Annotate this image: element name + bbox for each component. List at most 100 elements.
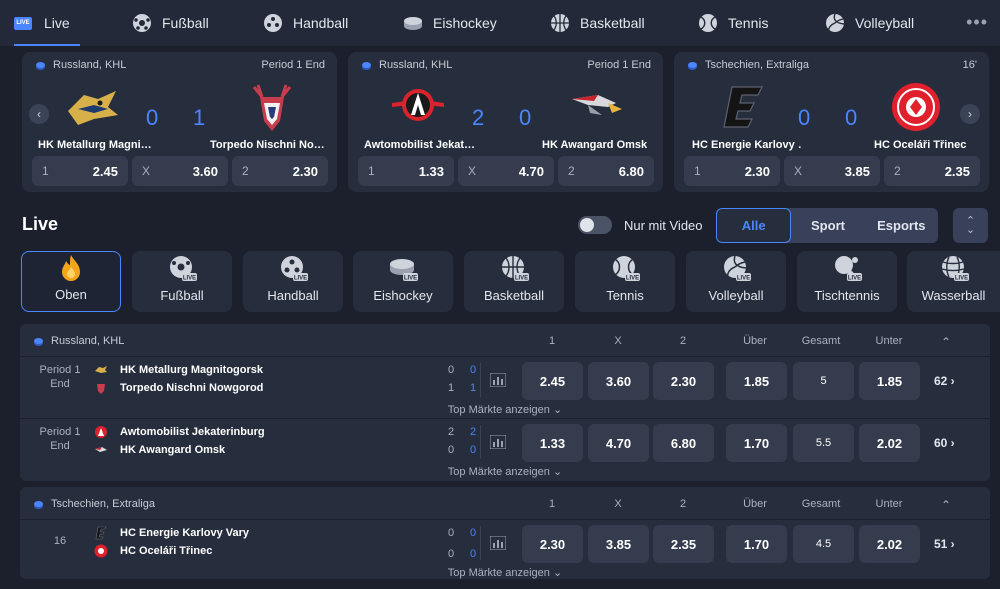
featured-match-card[interactable]: Russland, KHL Period 1 End 0 1 HK Metall…	[22, 52, 337, 192]
odds-under-button[interactable]: 2.02	[859, 424, 920, 462]
category-icehockey[interactable]: LIVE Eishockey	[353, 251, 453, 312]
chevron-up-icon[interactable]: ⌃	[916, 335, 976, 349]
col-header-x: X	[614, 335, 622, 347]
odds-button-2[interactable]: 2 2.35	[884, 156, 980, 186]
group-header[interactable]: Russland, KHL 1 X 2 Über Gesamt Unter ⌃	[20, 324, 990, 357]
nav-handball[interactable]: Handball	[263, 0, 348, 46]
table-row[interactable]: 16 HC Energie Karlovy Vary HC Oceláři Tř…	[20, 520, 990, 582]
nav-football[interactable]: Fußball	[132, 0, 209, 46]
top-markets-toggle[interactable]: Top Märkte anzeigen ⌄	[20, 465, 990, 478]
odds-value: 3.60	[192, 163, 218, 179]
odds-over-button[interactable]: 1.70	[726, 424, 787, 462]
odds-over-button[interactable]: 1.85	[726, 362, 787, 400]
more-markets-link[interactable]: 51 ›	[934, 537, 955, 551]
odds-under-button[interactable]: 1.85	[859, 362, 920, 400]
nav-football-label: Fußball	[162, 15, 209, 31]
metallurg-logo-icon	[95, 366, 107, 373]
more-icon[interactable]: •••	[966, 12, 988, 33]
category-tennis[interactable]: LIVE Tennis	[575, 251, 675, 312]
odds-x-button[interactable]: 4.70	[588, 424, 649, 462]
chevron-up-icon[interactable]: ⌃	[916, 498, 976, 512]
segment-sport[interactable]: Sport	[791, 208, 864, 243]
category-waterpolo[interactable]: LIVE Wasserball	[907, 251, 1000, 312]
odds-button-x[interactable]: X 3.60	[132, 156, 228, 186]
odds-x-button[interactable]: 3.60	[588, 362, 649, 400]
odds-button-1[interactable]: 1 2.30	[684, 156, 780, 186]
period-line: End	[50, 378, 70, 390]
awangard-logo-icon	[572, 95, 622, 115]
card-home-team: HK Metallurg Magni…	[38, 139, 152, 151]
odds-1-button[interactable]: 2.30	[522, 525, 583, 563]
total-line: 4.5	[793, 525, 854, 563]
odds-under-button[interactable]: 2.02	[859, 525, 920, 563]
nav-icehockey[interactable]: Eishockey	[403, 0, 497, 46]
odds-2-button[interactable]: 2.30	[653, 362, 714, 400]
card-league: Tschechien, Extraliga	[688, 59, 809, 71]
category-top[interactable]: Oben	[21, 251, 121, 312]
nav-tennis-label: Tennis	[728, 15, 769, 31]
category-volleyball[interactable]: LIVE Volleyball	[686, 251, 786, 312]
odds-1-button[interactable]: 2.45	[522, 362, 583, 400]
odds-button-x[interactable]: X 3.85	[784, 156, 880, 186]
statistics-icon[interactable]	[490, 435, 506, 449]
carousel-next-button[interactable]: ›	[960, 104, 980, 124]
statistics-icon[interactable]	[490, 536, 506, 550]
nav-basketball[interactable]: Basketball	[550, 0, 645, 46]
category-label: Wasserball	[921, 288, 986, 303]
more-markets-link[interactable]: 60 ›	[934, 436, 955, 450]
nav-tennis[interactable]: Tennis	[698, 0, 768, 46]
period-line: Period 1	[39, 364, 81, 376]
svg-text:LIVE: LIVE	[626, 276, 639, 282]
featured-match-card[interactable]: Russland, KHL Period 1 End 2 0 Awtomobil…	[348, 52, 663, 192]
odds-value: 2.35	[944, 163, 970, 179]
odds-over-button[interactable]: 1.70	[726, 525, 787, 563]
category-handball[interactable]: LIVE Handball	[243, 251, 343, 312]
col-header-1: 1	[548, 335, 556, 347]
odds-1-button[interactable]: 1.33	[522, 424, 583, 462]
card-away-team: HK Awangard Omsk	[542, 139, 648, 151]
category-label: Tischtennis	[814, 288, 880, 303]
col-header-over: Über	[743, 335, 767, 347]
period-line: Period 1	[39, 426, 81, 438]
featured-match-card[interactable]: Tschechien, Extraliga 16' 0 0 HC Energie…	[674, 52, 989, 192]
more-markets-link[interactable]: 62 ›	[934, 374, 955, 388]
odds-button-2[interactable]: 2 2.30	[232, 156, 328, 186]
collapse-all-button[interactable]: ⌃ ⌄	[953, 208, 988, 243]
odds-button-2[interactable]: 2 6.80	[558, 156, 654, 186]
nav-icehockey-label: Eishockey	[433, 15, 497, 31]
segment-esports[interactable]: Esports	[865, 208, 938, 243]
top-markets-toggle[interactable]: Top Märkte anzeigen ⌄	[20, 403, 990, 416]
filter-segmented-control: Alle Sport Esports	[716, 208, 938, 243]
statistics-icon[interactable]	[490, 373, 506, 387]
odds-2-button[interactable]: 2.35	[653, 525, 714, 563]
table-row[interactable]: Period 1 End HK Metallurg Magnitogorsk To…	[20, 357, 990, 419]
table-row[interactable]: Period 1 End Awtomobilist Jekaterinburg H…	[20, 419, 990, 481]
metallurg-logo-icon	[68, 91, 118, 125]
odds-button-x[interactable]: X 4.70	[458, 156, 554, 186]
carousel-prev-button[interactable]: ‹	[29, 104, 49, 124]
total-line: 5.5	[793, 424, 854, 462]
odds-button-1[interactable]: 1 2.45	[32, 156, 128, 186]
nav-volleyball[interactable]: Volleyball	[825, 0, 914, 46]
away-team: HK Awangard Omsk	[120, 444, 226, 456]
handball-icon	[264, 14, 282, 32]
col-header-under: Unter	[875, 335, 903, 347]
odds-2-button[interactable]: 6.80	[653, 424, 714, 462]
category-tabletennis[interactable]: LIVE Tischtennis	[797, 251, 897, 312]
card-score-away: 0	[845, 105, 858, 130]
score-period-home: 0	[470, 527, 477, 539]
away-team: Torpedo Nischni Nowgorod	[120, 382, 264, 394]
group-header[interactable]: Tschechien, Extraliga 1 X 2 Über Gesamt …	[20, 487, 990, 520]
odds-x-button[interactable]: 3.85	[588, 525, 649, 563]
odds-button-1[interactable]: 1 1.33	[358, 156, 454, 186]
card-league-label: Russland, KHL	[379, 59, 453, 71]
card-score-home: 2	[472, 105, 485, 130]
video-toggle[interactable]	[578, 216, 612, 234]
category-football[interactable]: LIVE Fußball	[132, 251, 232, 312]
hockey-puck-icon	[688, 62, 697, 68]
score-period-away: 1	[470, 382, 477, 394]
segment-all[interactable]: Alle	[716, 208, 792, 243]
category-basketball[interactable]: LIVE Basketball	[464, 251, 564, 312]
nav-live[interactable]: LIVE Live	[14, 0, 80, 46]
top-markets-toggle[interactable]: Top Märkte anzeigen ⌄	[20, 566, 990, 579]
